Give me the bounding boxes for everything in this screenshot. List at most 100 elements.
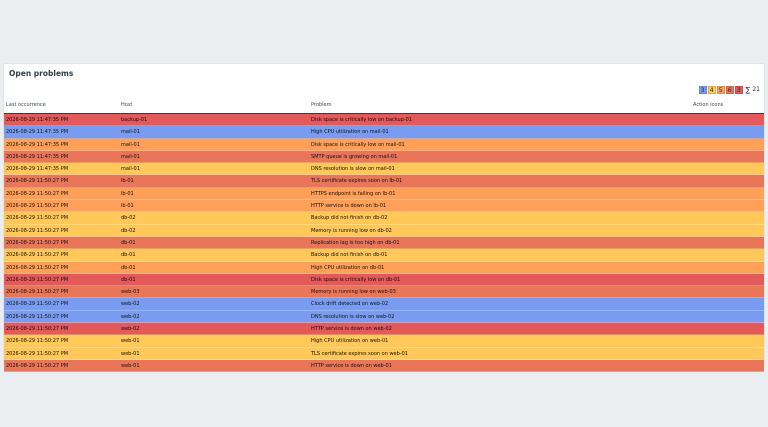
row-host-link[interactable]: backup-01 xyxy=(121,117,147,123)
row-host-link[interactable]: web-02 xyxy=(121,326,140,332)
row-problem-link[interactable]: Clock drift detected on web-02 xyxy=(311,301,388,307)
row-problem-link[interactable]: HTTP service is down on lb-01 xyxy=(311,203,386,209)
table-row[interactable]: 2026-08-29 11:47:35 PM mail-01 Disk space … xyxy=(4,138,764,151)
row-problem-link[interactable]: Backup did not finish on db-01 xyxy=(311,252,387,258)
row-host-link[interactable]: web-01 xyxy=(121,338,140,344)
table-row[interactable]: 2026-08-29 11:50:27 PM web-02 DNS resoluti… xyxy=(4,310,764,324)
severity-count-disaster[interactable]: 3 xyxy=(734,85,743,94)
table-row[interactable]: 2026-08-29 11:47:35 PM mail-01 DNS resolut… xyxy=(4,163,764,176)
row-problem-link[interactable]: High CPU utilization on mail-01 xyxy=(311,129,389,135)
row-last-occurrence: 2026-08-29 11:47:35 PM xyxy=(6,141,69,148)
table-row[interactable]: 2026-08-29 11:50:27 PM lb-01 HTTP service … xyxy=(4,200,764,213)
row-last-occurrence: 2026-08-29 11:50:27 PM xyxy=(6,227,69,234)
row-problem-link[interactable]: Disk space is critically low on db-01 xyxy=(311,277,400,283)
table-row[interactable]: 2026-08-29 11:50:27 PM lb-01 HTTPS endpoin… xyxy=(4,187,764,201)
table-row[interactable]: 2026-08-29 11:50:27 PM db-02 Memory is run… xyxy=(4,224,764,237)
table-row[interactable]: 2026-08-29 11:47:35 PM mail-01 SMTP queue … xyxy=(4,150,764,164)
column-header-action-icons: Action icons xyxy=(693,102,724,108)
table-row[interactable]: 2026-08-29 11:50:27 PM db-01 Disk space is… xyxy=(4,273,764,287)
table-row[interactable]: 2026-08-29 11:50:27 PM db-01 High CPU util… xyxy=(4,261,764,274)
row-last-occurrence: 2026-08-29 11:50:27 PM xyxy=(6,338,69,345)
table-row[interactable]: 2026-08-29 11:50:27 PM lb-01 TLS certifica… xyxy=(4,175,764,188)
row-last-occurrence: 2026-08-29 11:50:27 PM xyxy=(6,252,69,259)
table-row[interactable]: 2026-08-29 11:50:27 PM web-01 High CPU uti… xyxy=(4,335,764,348)
severity-summary: 3 4 5 6 3 ∑ 21 xyxy=(698,85,760,94)
row-problem-link[interactable]: High CPU utilization on web-01 xyxy=(311,338,388,344)
row-problem-link[interactable]: DNS resolution is slow on web-02 xyxy=(311,314,394,320)
row-last-occurrence: 2026-08-29 11:50:27 PM xyxy=(6,313,69,320)
row-host-link[interactable]: mail-01 xyxy=(121,129,140,135)
column-header-last-occurrence[interactable]: Last occurrence xyxy=(6,102,46,108)
row-host-link[interactable]: mail-01 xyxy=(121,154,140,160)
row-last-occurrence: 2026-08-29 11:50:27 PM xyxy=(6,178,69,185)
row-problem-link[interactable]: Memory is running low on web-03 xyxy=(311,289,396,295)
row-last-occurrence: 2026-08-29 11:50:27 PM xyxy=(6,350,69,357)
row-host-link[interactable]: web-01 xyxy=(121,363,140,369)
severity-count-information[interactable]: 3 xyxy=(698,85,707,94)
widget-title: Open problems xyxy=(9,69,74,78)
problems-total: 21 xyxy=(752,86,760,93)
row-last-occurrence: 2026-08-29 11:50:27 PM xyxy=(6,289,69,296)
row-last-occurrence: 2026-08-29 11:50:27 PM xyxy=(6,362,69,369)
row-problem-link[interactable]: High CPU utilization on db-01 xyxy=(311,265,384,271)
table-row[interactable]: 2026-08-29 11:50:27 PM db-01 Backup did no… xyxy=(4,249,764,262)
row-problem-link[interactable]: TLS certificate expires soon on lb-01 xyxy=(311,178,402,184)
row-host-link[interactable]: db-01 xyxy=(121,277,136,283)
row-last-occurrence: 2026-08-29 11:47:35 PM xyxy=(6,117,69,123)
row-host-link[interactable]: db-01 xyxy=(121,252,136,258)
row-host-link[interactable]: web-03 xyxy=(121,289,140,295)
row-last-occurrence: 2026-08-29 11:50:27 PM xyxy=(6,239,69,246)
table-row[interactable]: 2026-08-29 11:50:27 PM web-02 Clock drift … xyxy=(4,298,764,311)
severity-count-warning[interactable]: 4 xyxy=(707,85,716,94)
row-last-occurrence: 2026-08-29 11:50:27 PM xyxy=(6,203,69,210)
table-row[interactable]: 2026-08-29 11:47:35 PM mail-01 High CPU ut… xyxy=(4,126,764,139)
row-host-link[interactable]: lb-01 xyxy=(121,203,134,209)
row-last-occurrence: 2026-08-29 11:50:27 PM xyxy=(6,215,69,222)
row-problem-link[interactable]: Disk space is critically low on backup-0… xyxy=(311,117,412,123)
table-row[interactable]: 2026-08-29 11:47:35 PM backup-01 Disk spac… xyxy=(4,114,764,127)
row-host-link[interactable]: web-01 xyxy=(121,351,140,357)
row-last-occurrence: 2026-08-29 11:50:27 PM xyxy=(6,264,69,271)
row-problem-link[interactable]: HTTP service is down on web-02 xyxy=(311,326,392,332)
row-last-occurrence: 2026-08-29 11:50:27 PM xyxy=(6,190,69,197)
table-header: Last occurrence Host Problem Action icon… xyxy=(4,101,764,114)
row-host-link[interactable]: lb-01 xyxy=(121,191,134,197)
row-problem-link[interactable]: TLS certificate expires soon on web-01 xyxy=(311,351,408,357)
table-row[interactable]: 2026-08-29 11:50:27 PM web-03 Memory is ru… xyxy=(4,286,764,299)
row-host-link[interactable]: web-02 xyxy=(121,301,140,307)
row-problem-link[interactable]: DNS resolution is slow on mail-01 xyxy=(311,166,395,172)
row-host-link[interactable]: db-02 xyxy=(121,228,136,234)
severity-count-average[interactable]: 5 xyxy=(716,85,725,94)
row-last-occurrence: 2026-08-29 11:47:35 PM xyxy=(6,153,69,160)
row-problem-link[interactable]: HTTPS endpoint is failing on lb-01 xyxy=(311,191,395,197)
sum-icon: ∑ xyxy=(745,85,751,94)
row-host-link[interactable]: db-02 xyxy=(121,215,136,221)
row-last-occurrence: 2026-08-29 11:47:35 PM xyxy=(6,129,69,136)
table-row[interactable]: 2026-08-29 11:50:27 PM web-02 HTTP service… xyxy=(4,323,764,336)
row-host-link[interactable]: mail-01 xyxy=(121,142,140,148)
row-host-link[interactable]: lb-01 xyxy=(121,178,134,184)
row-last-occurrence: 2026-08-29 11:50:27 PM xyxy=(6,301,69,308)
row-problem-link[interactable]: SMTP queue is growing on mail-01 xyxy=(311,154,397,160)
table-row[interactable]: 2026-08-29 11:50:27 PM web-01 HTTP service… xyxy=(4,359,764,373)
row-last-occurrence: 2026-08-29 11:50:27 PM xyxy=(6,276,69,283)
row-problem-link[interactable]: Replication lag is too high on db-01 xyxy=(311,240,400,246)
row-problem-link[interactable]: Backup did not finish on db-02 xyxy=(311,215,387,221)
table-row[interactable]: 2026-08-29 11:50:27 PM db-02 Backup did no… xyxy=(4,212,764,225)
row-host-link[interactable]: db-01 xyxy=(121,265,136,271)
row-host-link[interactable]: web-02 xyxy=(121,314,140,320)
table-row[interactable]: 2026-08-29 11:50:27 PM web-01 TLS certific… xyxy=(4,347,764,360)
row-problem-link[interactable]: HTTP service is down on web-01 xyxy=(311,363,392,369)
row-last-occurrence: 2026-08-29 11:50:27 PM xyxy=(6,326,69,333)
row-host-link[interactable]: mail-01 xyxy=(121,166,140,172)
row-problem-link[interactable]: Memory is running low on db-02 xyxy=(311,228,392,234)
column-header-problem[interactable]: Problem xyxy=(311,102,331,108)
severity-count-high[interactable]: 6 xyxy=(725,85,734,94)
row-host-link[interactable]: db-01 xyxy=(121,240,136,246)
table-row[interactable]: 2026-08-29 11:50:27 PM db-01 Replication l… xyxy=(4,236,764,250)
row-problem-link[interactable]: Disk space is critically low on mail-01 xyxy=(311,142,405,148)
column-header-host[interactable]: Host xyxy=(121,102,132,108)
open-problems-widget: Open problems 3 4 5 6 3 ∑ 21 Last occurr… xyxy=(3,63,765,373)
row-last-occurrence: 2026-08-29 11:47:35 PM xyxy=(6,166,69,173)
problems-table-body: 2026-08-29 11:47:35 PM backup-01 Disk spac… xyxy=(4,114,764,373)
